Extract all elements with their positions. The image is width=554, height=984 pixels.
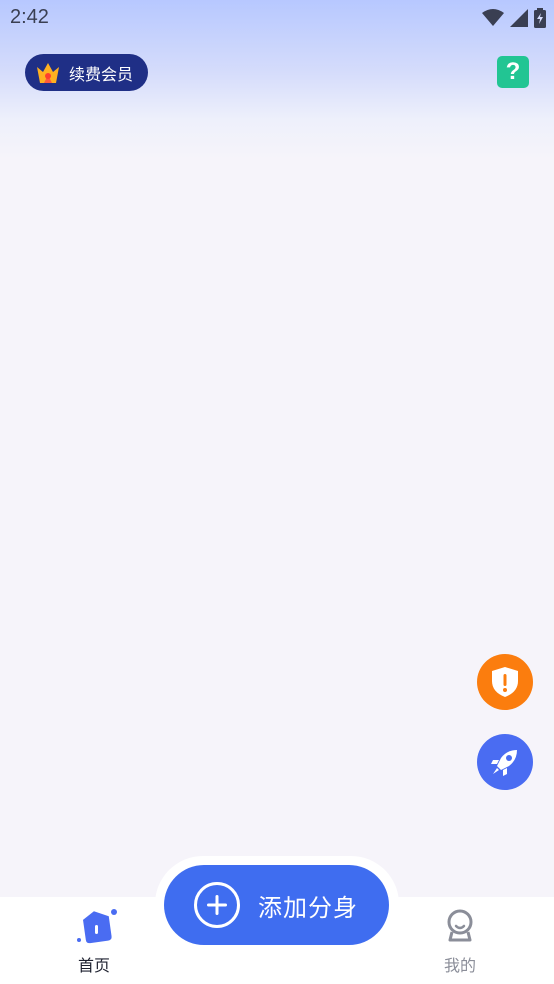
wifi-icon	[482, 9, 504, 26]
add-clone-button[interactable]: 添加分身	[164, 865, 389, 945]
speed-boost-button[interactable]	[477, 734, 533, 790]
tab-home[interactable]: 首页	[60, 908, 128, 976]
status-bar: 2:42	[0, 0, 554, 38]
renew-membership-button[interactable]: 续费会员	[25, 54, 148, 91]
battery-charging-icon	[534, 8, 546, 28]
tab-mine-label: 我的	[443, 956, 476, 975]
home-icon	[77, 909, 117, 944]
question-icon: ?	[505, 58, 521, 85]
tab-home-label: 首页	[77, 956, 110, 975]
tab-mine[interactable]: 我的	[426, 908, 494, 976]
profile-icon	[447, 909, 473, 942]
plus-circle-icon	[194, 882, 240, 928]
security-shield-button[interactable]	[477, 654, 533, 710]
status-time: 2:42	[10, 6, 49, 28]
shield-warning-icon	[492, 667, 518, 697]
renew-membership-label: 续费会员	[69, 64, 134, 84]
signal-icon	[510, 9, 528, 27]
rocket-icon	[491, 750, 517, 776]
add-clone-label: 添加分身	[258, 893, 358, 922]
crown-icon	[33, 58, 63, 88]
help-button[interactable]: ?	[497, 56, 529, 88]
status-icons	[482, 8, 546, 28]
